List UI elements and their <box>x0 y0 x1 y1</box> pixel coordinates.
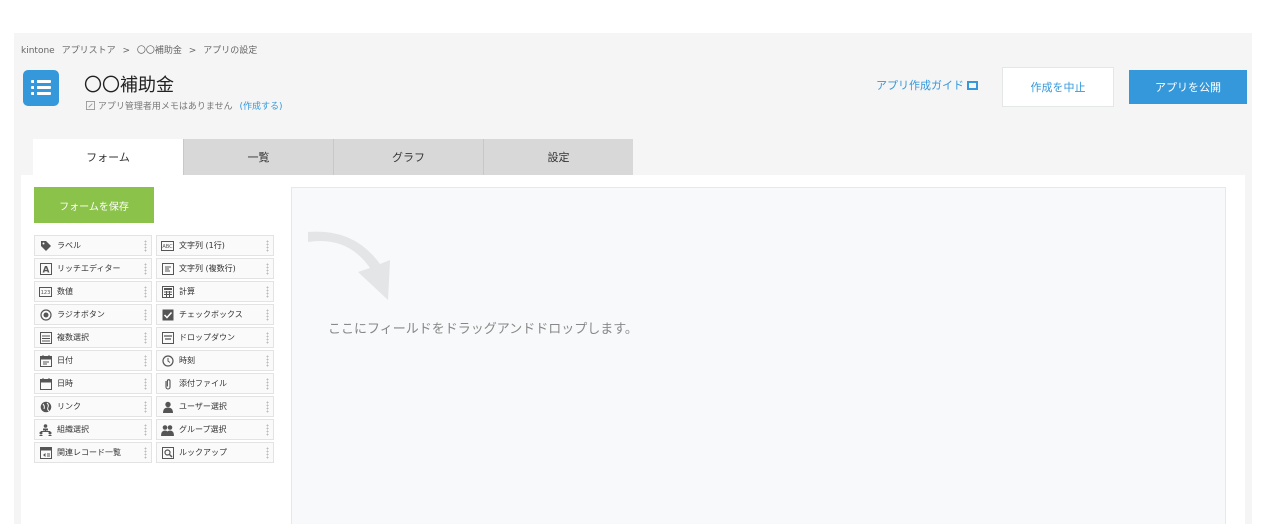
field-link[interactable]: リンク <box>34 396 152 417</box>
lookup-icon <box>161 446 174 459</box>
field-palette: ラベル ABC 文字列 (1行) A リッチエディター 文字列 (複数行) 12… <box>34 235 274 463</box>
letter-a-icon: A <box>39 262 52 275</box>
field-item-label: 時刻 <box>179 356 195 365</box>
field-lookup[interactable]: ルックアップ <box>156 442 274 463</box>
field-number[interactable]: 123 数値 <box>34 281 152 302</box>
paperclip-icon <box>161 378 174 390</box>
guide-link-label: アプリ作成ガイド <box>876 79 964 92</box>
breadcrumb-item-kintone[interactable]: kintone <box>21 46 55 56</box>
svg-text:123: 123 <box>41 290 51 296</box>
field-item-label: リッチエディター <box>57 264 121 273</box>
field-item-label: リンク <box>57 402 81 411</box>
field-item-label: ルックアップ <box>179 448 227 457</box>
field-user-selection[interactable]: ユーザー選択 <box>156 396 274 417</box>
field-item-label: 文字列 (1行) <box>179 241 225 250</box>
app-guide-link[interactable]: アプリ作成ガイド <box>876 77 978 93</box>
org-icon <box>39 423 52 436</box>
memo-edit-icon <box>86 101 98 112</box>
svg-text:A: A <box>42 265 49 275</box>
save-form-button[interactable]: フォームを保存 <box>34 187 154 223</box>
field-group-selection[interactable]: グループ選択 <box>156 419 274 440</box>
field-date[interactable]: 日付 <box>34 350 152 371</box>
field-item-label: 組織選択 <box>57 425 89 434</box>
field-checkbox[interactable]: チェックボックス <box>156 304 274 325</box>
field-single-line-text[interactable]: ABC 文字列 (1行) <box>156 235 274 256</box>
field-item-label: 数値 <box>57 287 73 296</box>
user-icon <box>161 401 174 413</box>
field-multi-line-text[interactable]: 文字列 (複数行) <box>156 258 274 279</box>
publish-app-button[interactable]: アプリを公開 <box>1129 70 1247 104</box>
group-icon <box>161 424 174 436</box>
tab-settings[interactable]: 設定 <box>483 139 633 175</box>
field-item-label: 複数選択 <box>57 333 89 342</box>
field-item-label: チェックボックス <box>179 310 243 319</box>
breadcrumb-item-app-settings: アプリの設定 <box>203 46 258 56</box>
field-item-label: 日時 <box>57 379 73 388</box>
field-label[interactable]: ラベル <box>34 235 152 256</box>
field-radio-button[interactable]: ラジオボタン <box>34 304 152 325</box>
app-title: 〇〇補助金 <box>84 75 174 96</box>
field-item-label: 添付ファイル <box>179 379 227 388</box>
datetime-icon <box>39 377 52 390</box>
field-item-label: グループ選択 <box>179 425 227 434</box>
checkbox-icon <box>161 309 174 321</box>
field-item-label: ラベル <box>57 241 81 250</box>
tab-graph[interactable]: グラフ <box>333 139 483 175</box>
dropdown-icon <box>161 331 174 344</box>
calendar-icon <box>39 354 52 367</box>
tab-list[interactable]: 一覧 <box>183 139 333 175</box>
app-settings-screen: kintone アプリストア > 〇〇補助金 > アプリの設定 〇〇補助金 アプ… <box>14 33 1252 524</box>
external-window-icon <box>967 81 978 90</box>
field-item-label: ラジオボタン <box>57 310 105 319</box>
clock-icon <box>161 354 174 367</box>
field-drop-down[interactable]: ドロップダウン <box>156 327 274 348</box>
field-item-label: 計算 <box>179 287 195 296</box>
field-related-records[interactable]: 関連レコード一覧 <box>34 442 152 463</box>
field-item-label: ユーザー選択 <box>179 402 227 411</box>
abc-icon: ABC <box>161 240 174 252</box>
field-attachment[interactable]: 添付ファイル <box>156 373 274 394</box>
list-icon <box>23 70 59 106</box>
field-item-label: 日付 <box>57 356 73 365</box>
breadcrumb-item-app-store[interactable]: アプリストア <box>62 46 116 56</box>
memo-create-link[interactable]: (作成する) <box>239 102 282 112</box>
breadcrumb-item-app[interactable]: 〇〇補助金 <box>137 46 182 56</box>
field-date-and-time[interactable]: 日時 <box>34 373 152 394</box>
globe-icon <box>39 401 52 413</box>
multiline-text-icon <box>161 262 174 275</box>
field-item-label: 文字列 (複数行) <box>179 264 236 273</box>
admin-memo: アプリ管理者用メモはありません (作成する) <box>86 99 283 112</box>
tab-form[interactable]: フォーム <box>33 139 183 175</box>
radio-icon <box>39 308 52 321</box>
memo-text: アプリ管理者用メモはありません <box>97 102 233 112</box>
related-records-icon <box>39 446 52 459</box>
settings-tabs: フォーム 一覧 グラフ 設定 <box>33 139 633 175</box>
svg-text:ABC: ABC <box>162 244 173 250</box>
cancel-creation-button[interactable]: 作成を中止 <box>1002 67 1114 107</box>
breadcrumb-separator: > <box>122 46 131 56</box>
field-rich-editor[interactable]: A リッチエディター <box>34 258 152 279</box>
field-time[interactable]: 時刻 <box>156 350 274 371</box>
form-drop-area[interactable]: ここにフィールドをドラッグアンドドロップします。 <box>291 187 1226 524</box>
curved-arrow-icon <box>308 231 390 300</box>
drop-hint-text: ここにフィールドをドラッグアンドドロップします。 <box>328 322 638 337</box>
tag-icon <box>39 240 52 252</box>
breadcrumb-separator: > <box>188 46 197 56</box>
field-calculated[interactable]: 計算 <box>156 281 274 302</box>
field-department-selection[interactable]: 組織選択 <box>34 419 152 440</box>
breadcrumb: kintone アプリストア > 〇〇補助金 > アプリの設定 <box>21 43 261 56</box>
field-item-label: 関連レコード一覧 <box>57 448 121 457</box>
multi-select-icon <box>39 331 52 344</box>
form-editor-panel: フォームを保存 ラベル ABC 文字列 (1行) A リッチエディター 文字列 … <box>21 175 1245 524</box>
number-icon: 123 <box>39 286 52 298</box>
field-multi-choice[interactable]: 複数選択 <box>34 327 152 348</box>
calculator-icon <box>161 285 174 298</box>
field-item-label: ドロップダウン <box>179 333 235 342</box>
